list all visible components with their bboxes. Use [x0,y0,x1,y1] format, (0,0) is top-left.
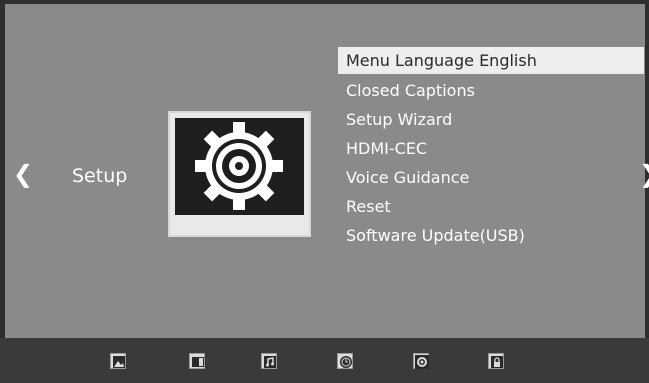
music-note-icon[interactable] [261,353,277,369]
lock-icon[interactable] [488,353,504,369]
menu-item-closed-captions[interactable]: Closed Captions [338,76,644,105]
menu-item-software-update[interactable]: Software Update(USB) [338,221,644,250]
clock-icon[interactable] [337,353,353,369]
screen-icon[interactable] [189,353,205,369]
menu-item-hdmi-cec[interactable]: HDMI-CEC [338,134,644,163]
menu-item-setup-wizard[interactable]: Setup Wizard [338,105,644,134]
setup-menu: Menu Language English Closed Captions Se… [338,47,644,250]
menu-item-menu-language[interactable]: Menu Language English [338,47,644,74]
bottom-dock [0,338,649,383]
menu-item-reset[interactable]: Reset [338,192,644,221]
setup-preview-card [168,111,311,237]
picture-icon[interactable] [110,353,126,369]
setup-target-icon[interactable] [413,353,429,369]
previous-arrow-icon[interactable]: ❮ [13,162,33,186]
gear-icon [175,118,304,215]
section-title: Setup [72,165,128,187]
tv-screen: ❮ ❯ Setup [5,4,649,338]
menu-item-voice-guidance[interactable]: Voice Guidance [338,163,644,192]
